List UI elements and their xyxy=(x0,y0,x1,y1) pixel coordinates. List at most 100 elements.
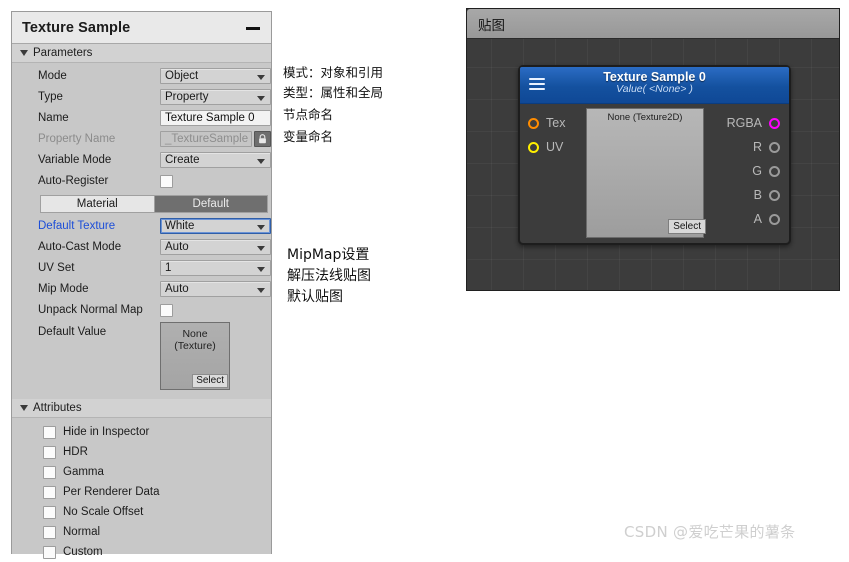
texture-sample-node[interactable]: Texture Sample 0 Value( <None> ) Tex UV … xyxy=(518,65,791,245)
chevron-down-icon xyxy=(257,246,265,251)
chevron-down-icon xyxy=(257,288,265,293)
attr-hide-in-inspector[interactable]: Hide in Inspector xyxy=(12,422,271,442)
section-label-parameters: Parameters xyxy=(33,47,93,59)
annotation-mode: 模式：对象和引用 xyxy=(283,65,384,80)
hamburger-menu-icon[interactable] xyxy=(529,78,545,93)
chevron-down-icon xyxy=(20,50,28,56)
graph-tab[interactable]: 贴图 xyxy=(467,9,839,39)
row-uv-set: UV Set 1 xyxy=(12,258,271,278)
dropdown-mip-mode-value: Auto xyxy=(165,283,189,295)
minimize-icon[interactable] xyxy=(245,20,261,36)
checkbox-no-scale-offset[interactable] xyxy=(43,505,56,519)
label-mip-mode: Mip Mode xyxy=(38,283,89,295)
output-port-b[interactable]: B xyxy=(727,183,780,207)
dropdown-mode-value: Object xyxy=(165,70,199,82)
output-port-rgba[interactable]: RGBA xyxy=(727,111,780,135)
dropdown-mode[interactable]: Object xyxy=(160,68,271,84)
property-name-value: _TextureSample xyxy=(165,133,249,145)
row-name: Name Texture Sample 0 xyxy=(12,108,271,128)
row-default-value: Default Value None (Texture) Select xyxy=(12,322,271,390)
attr-label-normal: Normal xyxy=(63,526,101,538)
attr-gamma[interactable]: Gamma xyxy=(12,462,271,482)
dropdown-auto-cast-mode[interactable]: Auto xyxy=(160,239,271,255)
output-port-label-g: G xyxy=(752,164,762,178)
input-port-uv[interactable]: UV xyxy=(528,135,565,159)
checkbox-gamma[interactable] xyxy=(43,465,56,479)
section-header-parameters[interactable]: Parameters xyxy=(12,44,271,63)
node-texture-preview[interactable]: None (Texture2D) Select xyxy=(586,108,706,238)
checkbox-hdr[interactable] xyxy=(43,445,56,459)
port-dot-icon[interactable] xyxy=(528,141,539,153)
row-type: Type Property xyxy=(12,87,271,107)
dropdown-default-texture-value: White xyxy=(165,220,195,232)
row-variable-mode: Variable Mode Create xyxy=(12,150,271,170)
label-auto-register: Auto-Register xyxy=(38,175,109,187)
row-default-texture: Default Texture White xyxy=(12,216,271,236)
attr-no-scale-offset[interactable]: No Scale Offset xyxy=(12,502,271,522)
checkbox-unpack-normal-map[interactable] xyxy=(160,303,173,317)
checkbox-normal[interactable] xyxy=(43,525,56,539)
output-port-label-r: R xyxy=(752,140,762,154)
node-output-ports: RGBA R G B A xyxy=(727,111,780,231)
output-port-g[interactable]: G xyxy=(727,159,780,183)
label-variable-mode: Variable Mode xyxy=(38,154,112,166)
name-input[interactable]: Texture Sample 0 xyxy=(160,110,271,126)
checkbox-auto-register[interactable] xyxy=(160,174,173,188)
property-name-input[interactable]: _TextureSample xyxy=(160,131,252,147)
label-property-name: Property Name xyxy=(38,133,116,145)
node-preview-label: None (Texture2D) xyxy=(607,112,683,123)
attr-label-gamma: Gamma xyxy=(63,466,104,478)
port-dot-icon[interactable] xyxy=(769,141,780,153)
output-port-a[interactable]: A xyxy=(727,207,780,231)
node-input-ports: Tex UV xyxy=(528,111,565,159)
row-unpack-normal-map: Unpack Normal Map xyxy=(12,300,271,320)
port-dot-icon[interactable] xyxy=(528,117,539,129)
toggle-default[interactable]: Default xyxy=(154,195,268,213)
attr-hdr[interactable]: HDR xyxy=(12,442,271,462)
default-value-select-button[interactable]: Select xyxy=(192,374,228,388)
dropdown-variable-mode[interactable]: Create xyxy=(160,152,271,168)
dropdown-mip-mode[interactable]: Auto xyxy=(160,281,271,297)
attr-label-no-scale-offset: No Scale Offset xyxy=(63,506,144,518)
chevron-down-icon xyxy=(257,159,265,164)
checkbox-custom[interactable] xyxy=(43,545,56,559)
section-header-attributes[interactable]: Attributes xyxy=(12,399,271,418)
node-subtitle: Value( <None> ) xyxy=(616,83,693,95)
port-dot-icon[interactable] xyxy=(769,165,780,177)
label-default-texture[interactable]: Default Texture xyxy=(38,216,160,236)
port-dot-icon[interactable] xyxy=(769,117,780,129)
default-value-object-field[interactable]: None (Texture) Select xyxy=(160,322,230,390)
graph-tab-label: 贴图 xyxy=(478,17,505,34)
dropdown-uv-set[interactable]: 1 xyxy=(160,260,271,276)
toggle-material[interactable]: Material xyxy=(40,195,155,213)
node-header[interactable]: Texture Sample 0 Value( <None> ) xyxy=(520,67,789,104)
chevron-down-icon xyxy=(257,267,265,272)
attr-label-hide-in-inspector: Hide in Inspector xyxy=(63,426,150,438)
input-port-tex[interactable]: Tex xyxy=(528,111,565,135)
attr-custom[interactable]: Custom xyxy=(12,542,271,562)
graph-canvas[interactable]: Texture Sample 0 Value( <None> ) Tex UV … xyxy=(467,39,839,290)
attr-label-per-renderer-data: Per Renderer Data xyxy=(63,486,160,498)
label-uv-set: UV Set xyxy=(38,262,75,274)
attr-normal[interactable]: Normal xyxy=(12,522,271,542)
node-preview-select-button[interactable]: Select xyxy=(668,219,706,234)
checkbox-per-renderer-data[interactable] xyxy=(43,485,56,499)
shader-graph-panel: 贴图 Texture Sample 0 Value( <None> ) Tex xyxy=(466,8,840,291)
label-mode: Mode xyxy=(38,70,67,82)
texture-sample-inspector-panel: Texture Sample Parameters Mode Object Ty… xyxy=(11,11,272,559)
label-name: Name xyxy=(38,112,69,124)
label-auto-cast-mode: Auto-Cast Mode xyxy=(38,241,122,253)
port-dot-icon[interactable] xyxy=(769,213,780,225)
lock-icon[interactable] xyxy=(254,131,271,147)
output-port-label-a: A xyxy=(753,212,762,226)
dropdown-type[interactable]: Property xyxy=(160,89,271,105)
port-dot-icon[interactable] xyxy=(769,189,780,201)
dropdown-default-texture[interactable]: White xyxy=(160,218,271,234)
checkbox-hide-in-inspector[interactable] xyxy=(43,425,56,439)
annotation-node-name: 节点命名 xyxy=(283,107,334,122)
output-port-label-b: B xyxy=(753,188,762,202)
output-port-r[interactable]: R xyxy=(727,135,780,159)
attr-per-renderer-data[interactable]: Per Renderer Data xyxy=(12,482,271,502)
material-default-toggle-group: Material Default xyxy=(40,195,268,213)
chevron-down-icon xyxy=(257,75,265,80)
